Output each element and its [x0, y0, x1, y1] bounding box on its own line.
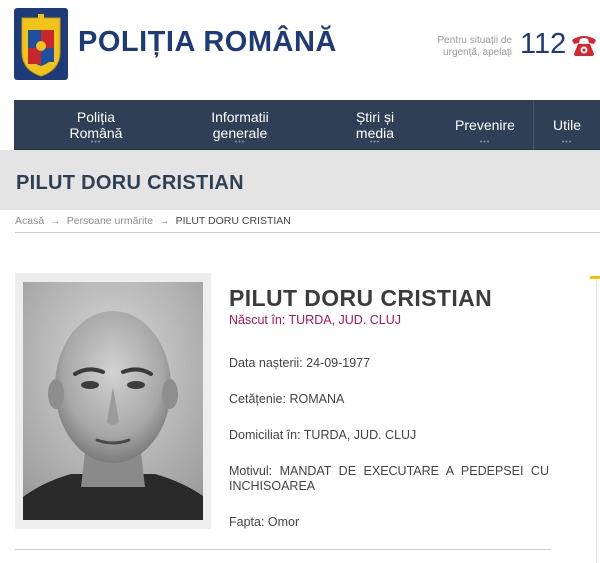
nav-item-line-1: Utile [552, 117, 581, 133]
phone-icon [572, 36, 596, 56]
site-header: POLIȚIA ROMÂNĂ Pentru situații de urgenț… [0, 0, 600, 96]
citizenship-row: Cetățenie: ROMANA [229, 392, 344, 407]
nav-separator [533, 100, 534, 150]
nav-item-informatii-generale[interactable]: Informatii generale ••• [200, 100, 280, 150]
breadcrumb-arrow: → [50, 215, 61, 227]
emergency-line-2: urgență, apelați [443, 47, 512, 58]
divider [15, 549, 551, 550]
nav-item-utile[interactable]: Utile ••• [542, 100, 592, 150]
page-title: PILUT DORU CRISTIAN [16, 172, 244, 194]
citizenship-value: ROMANA [289, 392, 345, 406]
residence-label: Domiciliat în: [229, 428, 301, 442]
citizenship-label: Cetățenie: [229, 392, 286, 406]
nav-item-line-1: Știri și [355, 109, 395, 125]
nav-item-line-1: Prevenire [455, 117, 515, 133]
breadcrumb-current: PILUT DORU CRISTIAN [175, 215, 291, 227]
breadcrumb-arrow: → [159, 215, 170, 227]
nav-item-politia-romana[interactable]: Poliția Română ••• [66, 100, 126, 150]
sidebar-divider [596, 279, 597, 563]
residence-row: Domiciliat în: TURDA, JUD. CLUJ [229, 428, 416, 443]
person-photo-frame [15, 273, 211, 529]
birth-date-label: Data nașterii: [229, 356, 303, 370]
person-name: PILUT DORU CRISTIAN [229, 285, 493, 311]
coat-of-arms-icon[interactable] [14, 8, 68, 80]
nav-item-stiri-media[interactable]: Știri și media ••• [345, 100, 405, 150]
emergency-number[interactable]: 112 [520, 28, 566, 61]
nav-dots: ••• [234, 139, 246, 146]
site-title[interactable]: POLIȚIA ROMÂNĂ [78, 26, 337, 59]
deed-value: Omor [267, 515, 300, 529]
deed-label: Fapta: [229, 515, 265, 529]
person-photo [23, 282, 203, 520]
breadcrumb-home[interactable]: Acasă [15, 215, 44, 227]
birth-date-value: 24-09-1977 [306, 356, 371, 370]
nav-dots: ••• [561, 139, 573, 146]
accent-bar [590, 276, 600, 279]
page-title-bar: PILUT DORU CRISTIAN [0, 150, 600, 210]
birth-date-row: Data nașterii: 24-09-1977 [229, 356, 370, 371]
emergency-text: Pentru situații de urgență, apelați [420, 35, 513, 59]
emergency-line-1: Pentru situații de [437, 35, 513, 46]
nav-item-line-1: Poliția [76, 109, 116, 125]
nav-dots: ••• [479, 139, 491, 146]
motive-row: Motivul: MANDAT DE EXECUTARE A PEDEPSEI … [229, 464, 549, 494]
nav-dots: ••• [369, 139, 381, 146]
motive-label: Motivul: [229, 464, 273, 478]
deed-row: Fapta: Omor [229, 515, 299, 530]
residence-value: TURDA, JUD. CLUJ [303, 428, 417, 442]
nav-item-line-1: Informatii [211, 109, 269, 125]
breadcrumb-section[interactable]: Persoane urmărite [67, 215, 153, 227]
motive-value: MANDAT DE EXECUTARE A PEDEPSEI CU INCHIS… [229, 464, 549, 493]
main-nav: Poliția Română ••• Informatii generale •… [14, 100, 600, 150]
divider [15, 232, 600, 233]
nav-dots: ••• [90, 139, 102, 146]
nav-item-prevenire[interactable]: Prevenire ••• [445, 100, 525, 150]
birthplace: Născut în: TURDA, JUD. CLUJ [229, 313, 402, 327]
breadcrumb: Acasă → Persoane urmărite → PILUT DORU CRIST… [15, 215, 291, 227]
